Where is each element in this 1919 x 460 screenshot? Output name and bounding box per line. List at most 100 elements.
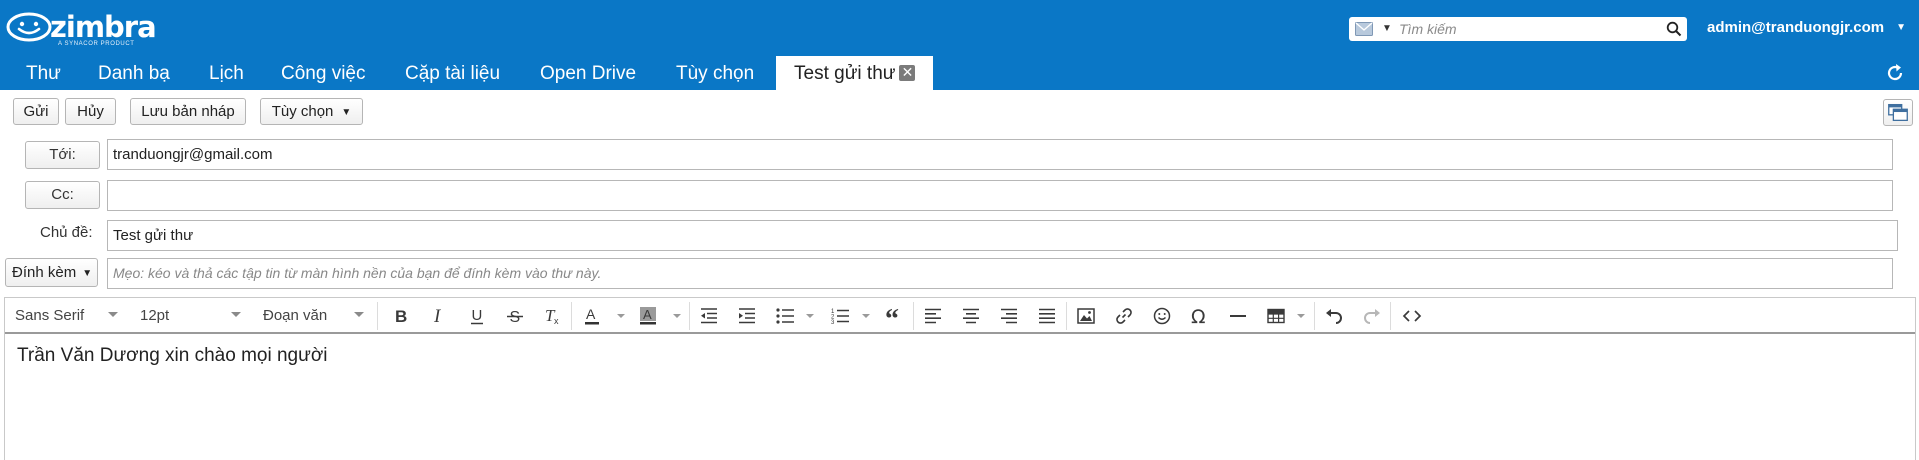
bold-icon[interactable]: B (387, 304, 413, 328)
tab-label: Cặp tài liệu (405, 63, 501, 84)
app-header: zimbra A SYNACOR PRODUCT ▼ admin@tranduo… (0, 0, 1919, 56)
svg-text:3: 3 (831, 320, 835, 325)
attach-dropdown-button[interactable]: Đính kèm ▼ (5, 258, 98, 287)
caret-down-icon: ▼ (341, 107, 352, 118)
svg-text:A: A (643, 307, 652, 322)
clear-formatting-icon[interactable]: Tx (540, 304, 566, 328)
save-draft-button[interactable]: Lưu bản nháp (130, 98, 246, 125)
background-color-icon[interactable]: A (635, 304, 661, 328)
tab-label: Danh bạ (98, 63, 170, 84)
chevron-down-icon[interactable] (673, 314, 681, 318)
close-icon[interactable]: ✕ (899, 65, 916, 81)
tab-label: Tùy chọn (676, 63, 755, 84)
tab-open-drive[interactable]: Open Drive (540, 56, 636, 90)
horizontal-rule-icon[interactable] (1225, 304, 1251, 328)
toolbar-separator (1390, 302, 1391, 330)
search-icon[interactable] (1666, 21, 1682, 37)
options-label: Tùy chọn (271, 103, 334, 120)
message-body[interactable]: Trần Văn Dương xin chào mọi người (17, 345, 328, 367)
insert-table-icon[interactable] (1263, 304, 1289, 328)
undo-icon[interactable] (1321, 304, 1347, 328)
align-right-icon[interactable] (996, 304, 1022, 328)
tab-label: Open Drive (540, 63, 637, 84)
tab-contacts[interactable]: Danh bạ (98, 56, 170, 90)
to-field[interactable]: tranduongjr@gmail.com (107, 139, 1893, 170)
cc-button[interactable]: Cc: (25, 181, 100, 209)
tab-briefcase[interactable]: Cặp tài liệu (405, 56, 500, 90)
subject-label: Chủ đề: (40, 224, 93, 241)
text-color-icon[interactable]: A (579, 304, 605, 328)
svg-text:“: “ (885, 308, 899, 324)
user-account-menu[interactable]: admin@tranduongjr.com ▼ (1707, 19, 1906, 36)
source-code-icon[interactable] (1399, 304, 1425, 328)
toolbar-separator (689, 302, 690, 330)
caret-down-icon: ▼ (82, 268, 93, 279)
open-in-new-window-button[interactable] (1883, 99, 1913, 126)
tab-label: Công việc (281, 63, 366, 84)
svg-text:x: x (554, 316, 559, 325)
tab-preferences[interactable]: Tùy chọn (676, 56, 754, 90)
attachment-drop-zone[interactable]: Mẹo: kéo và thả các tập tin từ màn hình … (107, 258, 1893, 289)
tab-compose-test[interactable]: Test gửi thư ✕ (776, 56, 934, 90)
mail-icon[interactable] (1355, 22, 1373, 36)
emoticon-icon[interactable] (1149, 304, 1175, 328)
tab-calendar[interactable]: Lịch (209, 56, 244, 90)
bullet-list-icon[interactable] (772, 304, 798, 328)
search-scope-dropdown-icon[interactable]: ▼ (1382, 23, 1392, 34)
editor-toolbar: Sans Serif 12pt Đoạn văn B I U S Tx A A … (5, 298, 1915, 334)
attach-label: Đính kèm (12, 264, 77, 281)
cc-field[interactable] (107, 180, 1893, 211)
chevron-down-icon (108, 312, 118, 317)
align-center-icon[interactable] (958, 304, 984, 328)
search-input[interactable] (1399, 19, 1659, 39)
toolbar-separator (1314, 302, 1315, 330)
cancel-button[interactable]: Hủy (65, 98, 116, 125)
to-button[interactable]: Tới: (25, 141, 100, 169)
zimbra-logo-icon (6, 12, 52, 42)
refresh-icon[interactable] (1884, 62, 1906, 84)
strikethrough-icon[interactable]: S (502, 304, 528, 328)
insert-image-icon[interactable] (1073, 304, 1099, 328)
align-left-icon[interactable] (920, 304, 946, 328)
new-window-icon (1888, 103, 1908, 122)
zimbra-logo[interactable]: zimbra A SYNACOR PRODUCT (6, 12, 157, 47)
insert-link-icon[interactable] (1111, 304, 1137, 328)
font-family-select[interactable]: Sans Serif (15, 307, 84, 324)
tab-tasks[interactable]: Công việc (281, 56, 366, 90)
indent-icon[interactable] (734, 304, 760, 328)
numbered-list-icon[interactable]: 123 (827, 304, 853, 328)
font-size-select[interactable]: 12pt (140, 307, 169, 324)
tab-label: Test gửi thư (794, 63, 896, 84)
svg-text:I: I (433, 307, 442, 325)
svg-text:U: U (472, 307, 483, 324)
blockquote-icon[interactable]: “ (881, 304, 907, 328)
chevron-down-icon[interactable] (1297, 314, 1305, 318)
tab-label: Lịch (209, 63, 244, 84)
svg-text:Ω: Ω (1191, 306, 1206, 326)
send-button[interactable]: Gửi (13, 98, 59, 125)
tab-mail[interactable]: Thư (26, 56, 61, 90)
app-tab-bar: Thư Danh bạ Lịch Công việc Cặp tài liệu … (0, 56, 1919, 90)
toolbar-separator (913, 302, 914, 330)
options-dropdown-button[interactable]: Tùy chọn ▼ (260, 98, 363, 125)
chevron-down-icon[interactable] (862, 314, 870, 318)
chevron-down-icon[interactable] (617, 314, 625, 318)
user-email: admin@tranduongjr.com (1707, 19, 1885, 36)
svg-text:A: A (586, 306, 596, 322)
italic-icon[interactable]: I (425, 304, 451, 328)
underline-icon[interactable]: U (464, 304, 490, 328)
toolbar-separator (377, 302, 378, 330)
toolbar-separator (1066, 302, 1067, 330)
outdent-icon[interactable] (696, 304, 722, 328)
rich-text-editor: Sans Serif 12pt Đoạn văn B I U S Tx A A … (4, 297, 1916, 460)
svg-text:B: B (395, 307, 407, 325)
special-character-omega-icon[interactable]: Ω (1187, 304, 1213, 328)
chevron-down-icon[interactable] (806, 314, 814, 318)
subject-field[interactable]: Test gửi thư (107, 220, 1898, 251)
toolbar-separator (571, 302, 572, 330)
chevron-down-icon (354, 312, 364, 317)
redo-icon[interactable] (1359, 304, 1385, 328)
chevron-down-icon (231, 312, 241, 317)
block-format-select[interactable]: Đoạn văn (263, 307, 327, 324)
align-justify-icon[interactable] (1034, 304, 1060, 328)
